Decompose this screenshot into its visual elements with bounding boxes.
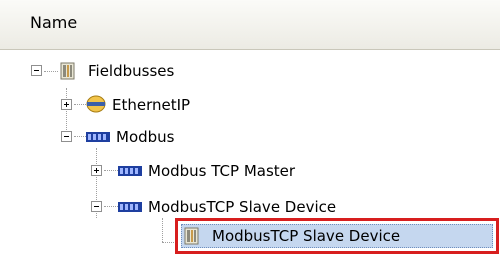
tree-item-label: EthernetIP (112, 96, 191, 114)
tree-item-modbus[interactable]: Modbus (0, 124, 500, 152)
tree-item-label: Modbus (116, 128, 175, 146)
collapse-toggle[interactable] (61, 131, 72, 142)
tree-item-ethernetip[interactable]: EthernetIP (0, 92, 500, 120)
collapse-toggle[interactable] (31, 65, 42, 76)
modbus-icon (86, 132, 110, 142)
collapse-toggle[interactable] (91, 201, 102, 212)
expand-toggle[interactable] (91, 165, 102, 176)
modbus-icon (118, 202, 142, 212)
tree-item-fieldbusses[interactable]: Fieldbusses (0, 58, 500, 86)
modbus-icon (118, 166, 142, 176)
tree-item-label: ModbusTCP Slave Device (148, 198, 337, 216)
ethernetip-icon (86, 95, 106, 113)
tree-item-modbus-tcp-master[interactable]: Modbus TCP Master (0, 158, 500, 186)
tree-item-label: Fieldbusses (88, 62, 175, 80)
tree-item-label: ModbusTCP Slave Device (212, 227, 401, 245)
column-header[interactable]: Name (0, 0, 500, 50)
expand-toggle[interactable] (61, 99, 72, 110)
name-column-label: Name (30, 13, 78, 32)
device-rack-icon (60, 62, 75, 80)
tree-item-modbustcp-slave-device-selected[interactable]: ModbusTCP Slave Device (175, 218, 499, 254)
tree-item-label: Modbus TCP Master (148, 162, 296, 180)
device-rack-icon (184, 227, 199, 245)
